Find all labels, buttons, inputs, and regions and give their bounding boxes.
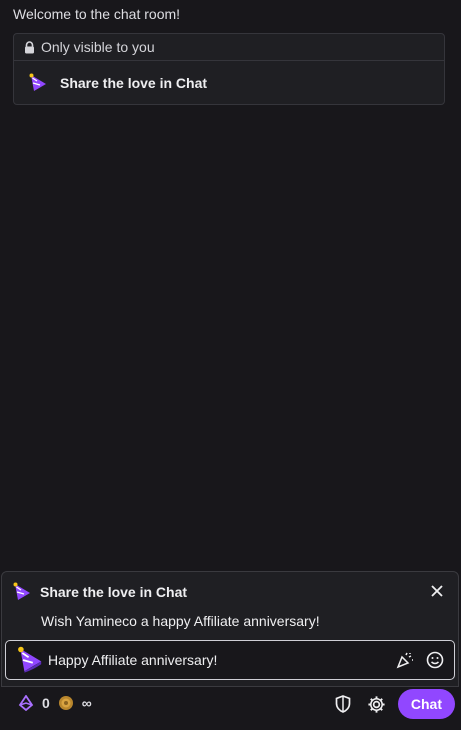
gear-icon	[368, 695, 385, 713]
close-icon	[431, 585, 443, 597]
share-card-header: Share the love in Chat	[12, 582, 187, 602]
notice-visibility-label: Only visible to you	[41, 39, 155, 55]
party-hat-icon	[16, 646, 44, 674]
chat-bottom-bar: 0 ∞ Chat	[0, 688, 461, 722]
private-notice: Only visible to you Share the love in Ch…	[13, 33, 445, 105]
confetti-icon	[396, 652, 413, 669]
emoji-button[interactable]	[424, 649, 446, 671]
notice-text: Share the love in Chat	[60, 75, 208, 91]
shield-icon	[335, 695, 351, 713]
chat-send-button[interactable]: Chat	[397, 689, 455, 719]
points-summary[interactable]: 0 ∞	[18, 695, 92, 711]
notice-share-love[interactable]: Share the love in Chat	[14, 61, 444, 105]
notice-header: Only visible to you	[14, 34, 444, 61]
party-hat-icon	[12, 582, 32, 602]
bits-count: 0	[42, 695, 50, 711]
bits-icon	[18, 695, 34, 711]
party-hat-icon	[28, 73, 48, 93]
share-card-message: Wish Yamineco a happy Affiliate annivers…	[41, 613, 320, 629]
chat-message-input[interactable]: Happy Affiliate anniversary!	[5, 640, 455, 680]
share-card-title: Share the love in Chat	[40, 584, 188, 600]
chat-actions: Chat	[328, 689, 455, 719]
close-button[interactable]	[428, 582, 446, 600]
channel-points-count: ∞	[81, 695, 92, 711]
emoji-icon	[426, 651, 444, 669]
chat-input-value[interactable]: Happy Affiliate anniversary!	[48, 652, 394, 668]
confetti-button[interactable]	[394, 649, 416, 671]
welcome-message: Welcome to the chat room!	[13, 6, 181, 22]
channel-points-icon	[58, 695, 74, 711]
lock-icon	[24, 40, 35, 54]
chat-settings-button[interactable]	[362, 689, 392, 719]
mod-shield-button[interactable]	[328, 689, 358, 719]
share-love-card: Share the love in Chat Wish Yamineco a h…	[1, 571, 459, 687]
